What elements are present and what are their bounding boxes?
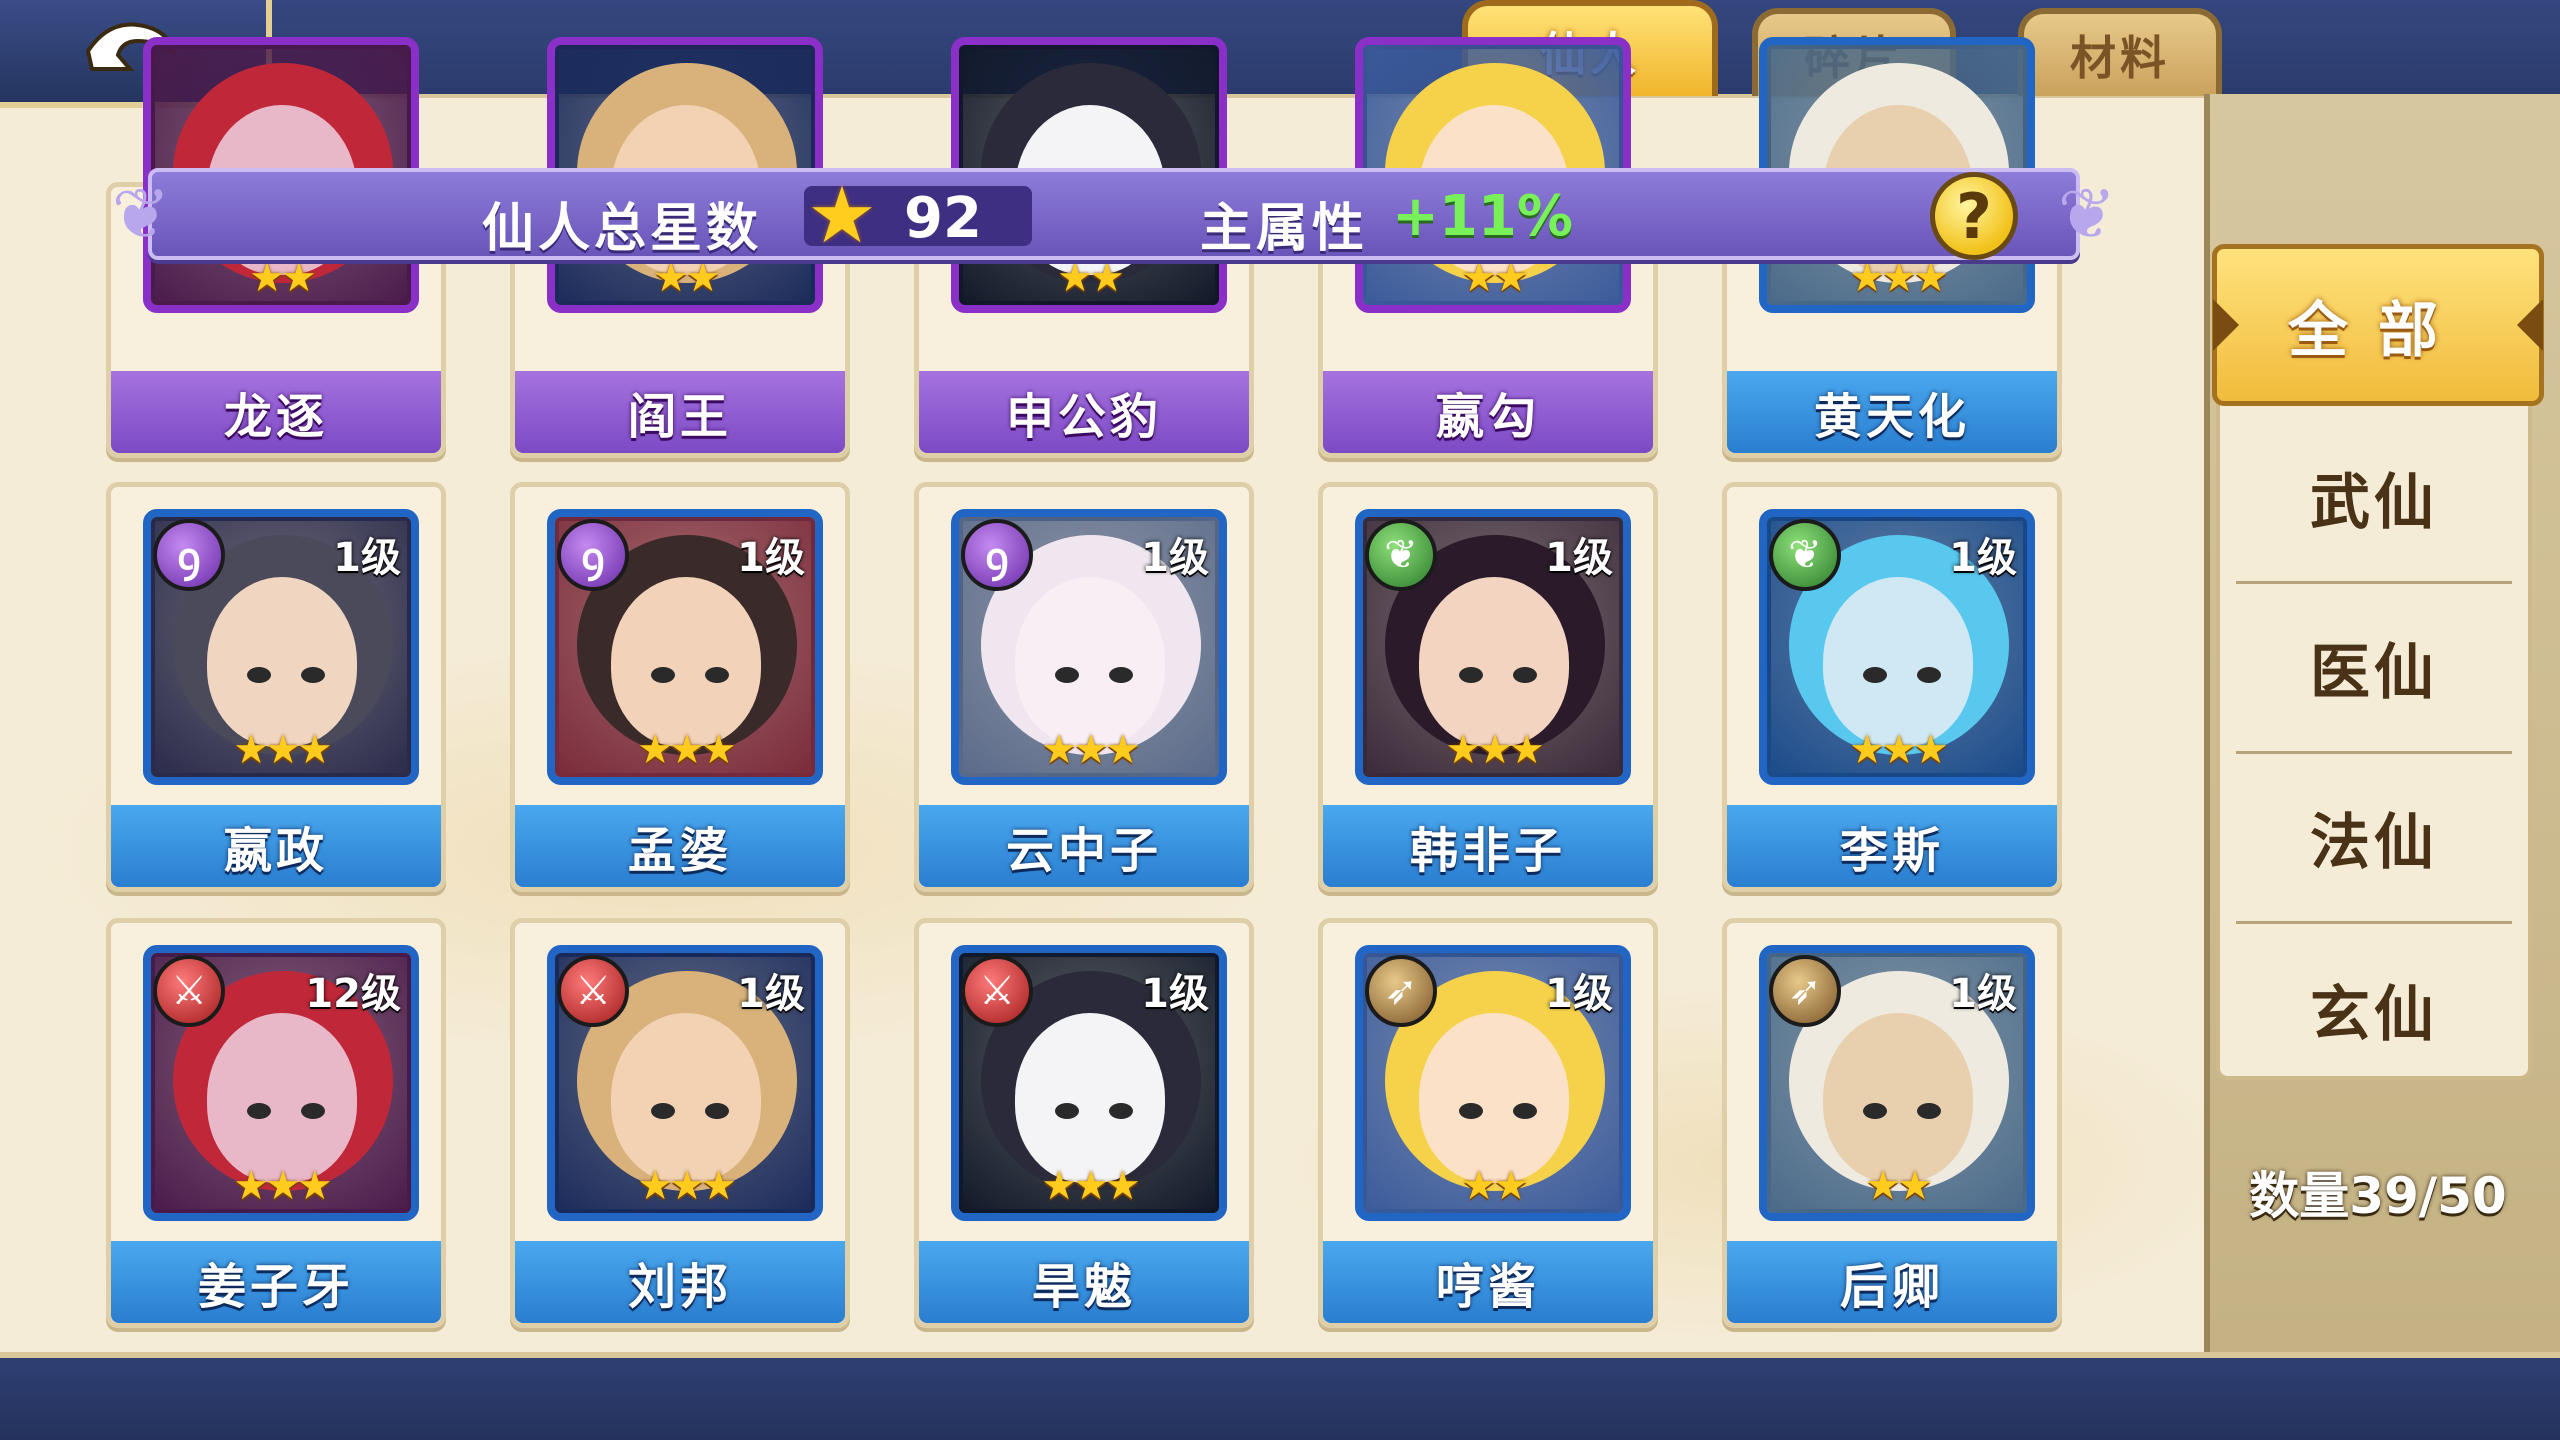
filter-yixian[interactable]: 医仙 [2236, 584, 2512, 754]
hero-portrait: ꝯ 1级 ★★★ [143, 509, 419, 785]
hero-star-rating: ★★ [249, 255, 317, 301]
hero-card[interactable]: ❦ 1级 ★★★ 李斯 [1722, 482, 2062, 892]
star-icon: ★ [807, 171, 877, 261]
sword-element-icon: ⚔ [557, 955, 629, 1027]
hero-name: 嬴勾 [1323, 371, 1653, 453]
hero-portrait: ⚔ 1级 ★★★ [547, 945, 823, 1221]
hero-level: 1级 [737, 535, 805, 581]
hero-name: 姜子牙 [111, 1241, 441, 1323]
leaf-element-icon: ❦ [1365, 519, 1437, 591]
hero-portrait: ➶ 1级 ★★ [1759, 945, 2035, 1221]
bottom-band [0, 1352, 2560, 1440]
main-attr-bonus: +11% [1392, 184, 1573, 249]
hero-card[interactable]: ⚔ 1级 ★★★ 旱魃 [914, 918, 1254, 1328]
hero-portrait: ꝯ 1级 ★★★ [951, 509, 1227, 785]
question-icon: ? [1956, 179, 1992, 253]
sword-element-icon: ⚔ [153, 955, 225, 1027]
hero-card[interactable]: ➶ 1级 ★★ 哼酱 [1318, 918, 1658, 1328]
hero-portrait: ❦ 1级 ★★★ [1759, 509, 2035, 785]
hero-name: 后卿 [1727, 1241, 2057, 1323]
hero-card[interactable]: ⚔ 1级 ★★★ 刘邦 [510, 918, 850, 1328]
total-stars-label: 仙人总星数 [482, 199, 763, 259]
hero-name: 云中子 [919, 805, 1249, 887]
hero-name: 韩非子 [1323, 805, 1653, 887]
hero-level: 1级 [1141, 971, 1209, 1017]
hero-level: 1级 [1545, 971, 1613, 1017]
hero-star-rating: ★★★ [637, 1163, 737, 1209]
filter-faxian[interactable]: 法仙 [2236, 754, 2512, 924]
hero-portrait: ⚔ 12级 ★★★ [143, 945, 419, 1221]
hero-name: 阎王 [515, 371, 845, 453]
spiral-element-icon: ꝯ [961, 519, 1033, 591]
hero-star-rating: ★★ [1461, 255, 1529, 301]
hero-star-rating: ★★★ [1849, 255, 1949, 301]
hero-level: 1级 [1949, 971, 2017, 1017]
hero-name: 孟婆 [515, 805, 845, 887]
bow-element-icon: ➶ [1769, 955, 1841, 1027]
hero-card[interactable]: ꝯ 1级 ★★★ 嬴政 [106, 482, 446, 892]
main-attr-label: 主属性 [1200, 199, 1369, 259]
leaf-element-icon: ❦ [1769, 519, 1841, 591]
hero-star-rating: ★★★ [1041, 1163, 1141, 1209]
spiral-element-icon: ꝯ [557, 519, 629, 591]
hero-star-rating: ★★ [653, 255, 721, 301]
filter-all[interactable]: 全部 [2212, 244, 2544, 406]
scroll-curl-right-icon: ❦ [2057, 173, 2117, 255]
total-stars-value: 92 [904, 186, 982, 251]
hero-name: 黄天化 [1727, 371, 2057, 453]
hero-portrait: ➶ 1级 ★★ [1355, 945, 1631, 1221]
hero-name: 刘邦 [515, 1241, 845, 1323]
hero-card[interactable]: ➶ 1级 ★★ 后卿 [1722, 918, 2062, 1328]
scroll-curl-left-icon: ❦ [111, 173, 171, 255]
hero-level: 1级 [737, 971, 805, 1017]
filter-xuanxian[interactable]: 玄仙 [2236, 924, 2512, 1094]
spiral-element-icon: ꝯ [153, 519, 225, 591]
bow-element-icon: ➶ [1365, 955, 1437, 1027]
hero-star-rating: ★★★ [233, 1163, 333, 1209]
hero-level: 1级 [333, 535, 401, 581]
tab-cailiao[interactable]: 材料 [2018, 8, 2222, 96]
hero-portrait: ⚔ 1级 ★★★ [951, 945, 1227, 1221]
hero-star-rating: ★★★ [1849, 727, 1949, 773]
hero-card[interactable]: ꝯ 1级 ★★★ 云中子 [914, 482, 1254, 892]
hero-name: 旱魃 [919, 1241, 1249, 1323]
hero-portrait: ❦ 1级 ★★★ [1355, 509, 1631, 785]
hero-name: 嬴政 [111, 805, 441, 887]
hero-name: 李斯 [1727, 805, 2057, 887]
hero-card[interactable]: ꝯ 1级 ★★★ 孟婆 [510, 482, 850, 892]
hero-level: 1级 [1949, 535, 2017, 581]
hero-star-rating: ★★ [1461, 1163, 1529, 1209]
hero-star-rating: ★★★ [233, 727, 333, 773]
hero-name: 哼酱 [1323, 1241, 1653, 1323]
hero-star-rating: ★★★ [637, 727, 737, 773]
hero-card[interactable]: ⚔ 12级 ★★★ 姜子牙 [106, 918, 446, 1328]
star-summary-bar: ❦ ❦ 仙人总星数 ★ 92 主属性 +11% ? [112, 168, 2116, 261]
hero-name: 申公豹 [919, 371, 1249, 453]
sword-element-icon: ⚔ [961, 955, 1033, 1027]
hero-name: 龙逐 [111, 371, 441, 453]
hero-card[interactable]: ❦ 1级 ★★★ 韩非子 [1318, 482, 1658, 892]
hero-star-rating: ★★ [1057, 255, 1125, 301]
hero-level: 1级 [1545, 535, 1613, 581]
filter-list: 全部 武仙 医仙 法仙 玄仙 [2212, 244, 2544, 1080]
hero-star-rating: ★★★ [1445, 727, 1545, 773]
hero-level: 1级 [1141, 535, 1209, 581]
hero-level: 12级 [305, 971, 401, 1017]
filter-wuxian[interactable]: 武仙 [2236, 414, 2512, 584]
hero-count: 数量39/50 [2249, 1167, 2507, 1225]
hero-portrait: ꝯ 1级 ★★★ [547, 509, 823, 785]
help-button[interactable]: ? [1930, 172, 2018, 260]
hero-star-rating: ★★★ [1041, 727, 1141, 773]
hero-star-rating: ★★ [1865, 1163, 1933, 1209]
